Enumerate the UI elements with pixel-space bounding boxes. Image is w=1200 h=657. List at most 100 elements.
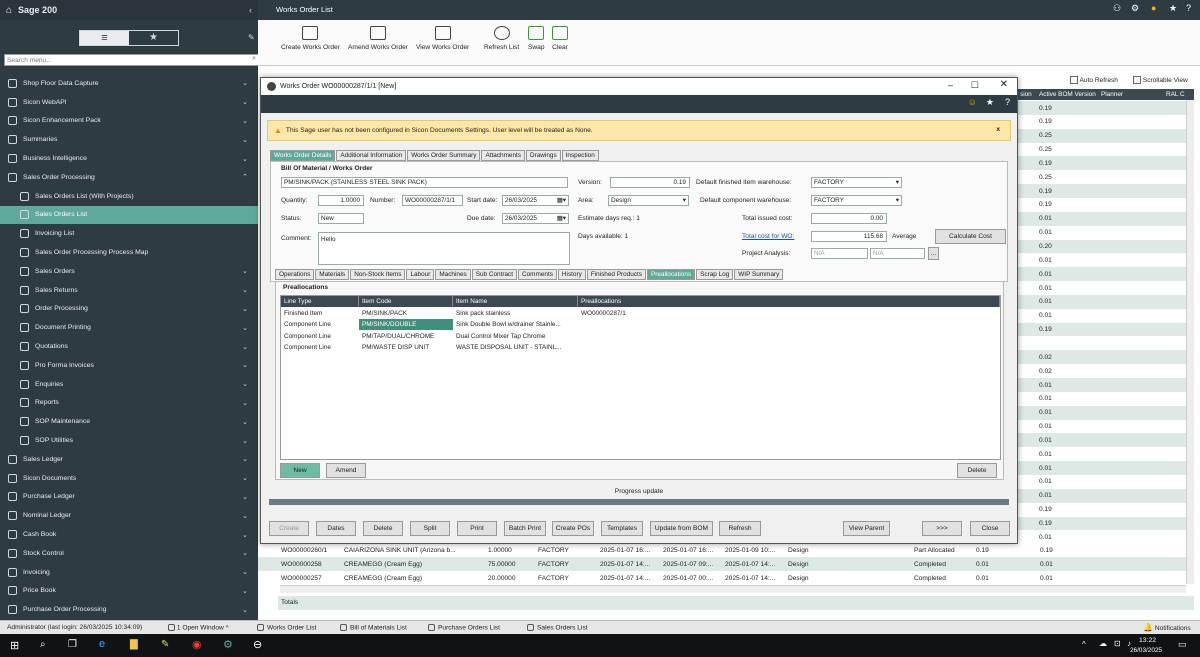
sidebar-item-purchase-ledger[interactable]: Purchase Ledger ⌄ [0, 488, 258, 507]
star-icon[interactable]: ★ [1169, 3, 1177, 14]
create-button[interactable]: Create [269, 521, 309, 536]
swap-button[interactable]: Swap [528, 26, 545, 51]
tab-additional-information[interactable]: Additional Information [336, 150, 407, 161]
scrollable-view-checkbox[interactable]: Scrollable View [1133, 76, 1188, 84]
chevron-down-icon[interactable]: ⌄ [242, 155, 248, 163]
tab-inspection[interactable]: Inspection [561, 150, 599, 161]
sidebar-item-sales-ledger[interactable]: Sales Ledger ⌄ [0, 450, 258, 469]
new-line-button[interactable]: New [280, 463, 320, 478]
sidebar-item-enquiries[interactable]: Enquiries ⌄ [0, 375, 258, 394]
subtab-machines[interactable]: Machines [435, 269, 471, 280]
col-header-active-bom[interactable]: Active BOM Version [1039, 91, 1096, 98]
list-row[interactable]: 0.01 [1018, 308, 1186, 323]
list-row[interactable]: 0.25 [1018, 142, 1186, 157]
tray-chevron-icon[interactable]: ^ [1082, 640, 1086, 649]
window-help-icon[interactable]: ? [1005, 97, 1010, 107]
list-row[interactable]: 0.01 [1018, 281, 1186, 296]
help-icon[interactable]: ? [1186, 3, 1191, 13]
chevron-down-icon[interactable]: ⌄ [242, 493, 248, 501]
start-date-field[interactable]: 26/03/2025 ▦▾ [502, 195, 569, 206]
tab-works-order-details[interactable]: Works Order Details [270, 150, 336, 161]
gear-icon[interactable]: ⚙ [1131, 3, 1139, 14]
open-tab-works-order-list[interactable]: Works Order List [257, 624, 316, 631]
chevron-down-icon[interactable]: ⌄ [242, 98, 248, 106]
default-component-warehouse-select[interactable]: FACTORY ▾ [811, 195, 902, 206]
smiley-icon[interactable]: ☺ [968, 97, 977, 107]
chevron-down-icon[interactable]: ⌄ [242, 606, 248, 614]
chevron-down-icon[interactable]: ⌄ [242, 437, 248, 445]
version-field[interactable]: 0.19 [610, 177, 690, 188]
task-view-icon[interactable]: ❐ [68, 639, 77, 650]
list-row[interactable]: 0.01 [1018, 211, 1186, 226]
project-lookup-button[interactable]: ... [928, 247, 939, 260]
sidebar-item-sop-utilities[interactable]: SOP Utilities ⌄ [0, 431, 258, 450]
sidebar-item-shop-floor-data-capture[interactable]: Shop Floor Data Capture ⌄ [0, 74, 258, 93]
tab-drawings[interactable]: Drawings [526, 150, 561, 161]
sidebar-item-document-printing[interactable]: Document Printing ⌄ [0, 318, 258, 337]
subtab-comments[interactable]: Comments [518, 269, 557, 280]
chevron-up-icon[interactable]: ⌃ [242, 173, 248, 181]
due-date-field[interactable]: 26/03/2025 ▦▾ [502, 213, 569, 224]
subtab-wip-summary[interactable]: WIP Summary [734, 269, 784, 280]
calendar-icon[interactable]: ▦▾ [557, 196, 566, 205]
list-row[interactable]: 0.25 [1018, 128, 1186, 143]
list-row[interactable]: 0.01 [1018, 253, 1186, 268]
sidebar-item-stock-control[interactable]: Stock Control ⌄ [0, 544, 258, 563]
sidebar-item-quotations[interactable]: Quotations ⌄ [0, 337, 258, 356]
grid-row[interactable]: Component Line PM/WASTE DISP UNIT WASTE DI… [281, 342, 1001, 353]
minimize-icon[interactable]: – [948, 80, 953, 90]
menu-view-button[interactable]: ≡ [80, 31, 129, 45]
delete-button[interactable]: Delete [363, 521, 403, 536]
chevron-down-icon[interactable]: ⌄ [242, 399, 248, 407]
notification-center-icon[interactable]: ▭ [1178, 639, 1187, 650]
collapse-sidebar-icon[interactable]: ‹ [249, 5, 252, 15]
sidebar-item-sales-returns[interactable]: Sales Returns ⌄ [0, 281, 258, 300]
list-row[interactable]: 0.19 [1018, 184, 1186, 199]
update-from-bom-button[interactable]: Update from BOM [650, 521, 713, 536]
col-header-version[interactable]: sion [1020, 91, 1032, 98]
col-header-ral[interactable]: RAL C [1166, 91, 1185, 98]
list-row[interactable]: 0.01 [1018, 447, 1186, 462]
chevron-down-icon[interactable]: ⌄ [242, 343, 248, 351]
col-header-planner[interactable]: Planner [1101, 91, 1123, 98]
network-icon[interactable]: ⊡ [1114, 639, 1121, 648]
quantity-field[interactable]: 1.0000 [318, 195, 364, 206]
sidebar-item-order-processing[interactable]: Order Processing ⌄ [0, 300, 258, 319]
grid-row[interactable]: Component Line PM/SINK/DOUBLE Sink Double … [281, 319, 1001, 331]
bom-field[interactable]: PM/SINK/PACK (STAINLESS STEEL SINK PACK) [281, 177, 568, 188]
project-item-select[interactable]: N/A [870, 248, 925, 259]
sidebar-item-summaries[interactable]: Summaries ⌄ [0, 130, 258, 149]
dates-button[interactable]: Dates [316, 521, 356, 536]
open-tab-sales-orders-list[interactable]: Sales Orders List [527, 624, 588, 631]
tab-attachments[interactable]: Attachments [481, 150, 525, 161]
chevron-down-icon[interactable]: ⌄ [242, 418, 248, 426]
subtab-labour[interactable]: Labour [406, 269, 435, 280]
list-row[interactable]: WO00000258 CREAMEGG (Cream Egg) 75.00000 FA… [258, 557, 1186, 571]
chevron-down-icon[interactable]: ⌄ [242, 361, 248, 369]
clock-time[interactable]: 13:22 [1139, 637, 1156, 644]
calculate-cost-button[interactable]: Calculate Cost [935, 229, 1006, 244]
comment-field[interactable]: Hello [318, 232, 570, 265]
warning-close-button[interactable]: x [996, 126, 1000, 133]
home-icon[interactable]: ⌂ [6, 5, 12, 16]
close-icon[interactable]: ✕ [1000, 79, 1008, 90]
amend-line-button[interactable]: Amend [326, 463, 366, 478]
list-row[interactable]: 0.19 [1018, 322, 1186, 337]
calendar-icon[interactable]: ▦▾ [557, 214, 566, 223]
list-row[interactable]: 0.02 [1018, 364, 1186, 379]
grid-header-line-type[interactable]: Line Type [281, 296, 359, 307]
help-bot-icon[interactable]: ⚇ [1113, 3, 1121, 14]
split-button[interactable]: Split [410, 521, 450, 536]
list-row[interactable]: 0.19 [1018, 197, 1186, 212]
chevron-down-icon[interactable]: ⌄ [242, 79, 248, 87]
lightbulb-icon[interactable]: ● [1151, 3, 1156, 13]
sidebar-item-invoicing[interactable]: Invoicing ⌄ [0, 563, 258, 582]
chevron-down-icon[interactable]: ⌄ [242, 587, 248, 595]
chevron-down-icon[interactable]: ⌄ [242, 324, 248, 332]
subtab-history[interactable]: History [557, 269, 586, 280]
edge-icon[interactable]: e [99, 638, 105, 650]
subtab-preallocations[interactable]: Preallocations [646, 269, 696, 280]
subtab-materials[interactable]: Materials [315, 269, 350, 280]
favourite-star-icon[interactable]: ★ [986, 97, 994, 108]
file-explorer-icon[interactable]: ▇ [130, 639, 138, 650]
